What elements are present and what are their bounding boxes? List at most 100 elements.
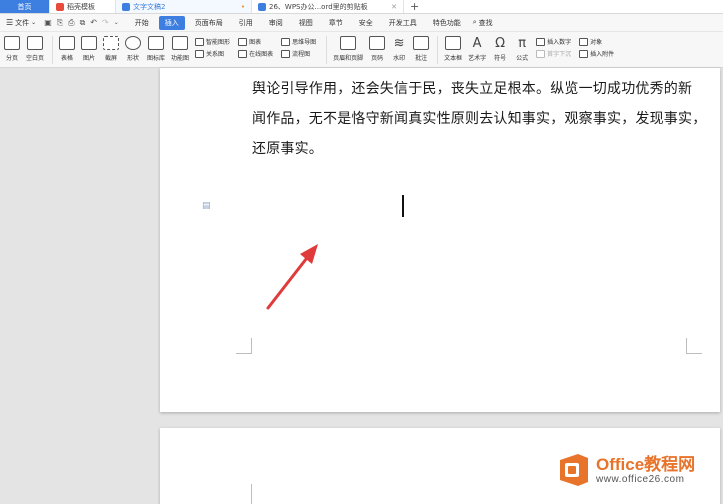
redo-icon[interactable]: ↷ xyxy=(102,18,109,27)
page-margin-marker xyxy=(236,338,252,354)
insert-ribbon: 分页 空白页 表格 图片 截屏 形状 图标库 功能图 智能图形 关系图 图表 在… xyxy=(0,32,723,68)
function-chart-label: 功能图 xyxy=(171,55,190,62)
smart-shape-button[interactable]: 智能图形 xyxy=(195,37,230,46)
flow-chart-label: 流程图 xyxy=(292,51,311,58)
close-icon[interactable]: ✕ xyxy=(391,3,397,11)
header-footer-icon xyxy=(340,36,357,50)
menu-special-features[interactable]: 特色功能 xyxy=(427,16,467,30)
menu-section[interactable]: 章节 xyxy=(323,16,349,30)
print-preview-icon[interactable]: ⧉ xyxy=(80,18,86,28)
first-letter-sink-button[interactable]: 首字下沉 xyxy=(536,49,571,58)
flow-chart-button[interactable]: 流程图 xyxy=(281,49,316,58)
header-footer-button[interactable]: 页眉和页脚 xyxy=(333,36,363,62)
watermark-icon: ≋ xyxy=(393,35,405,51)
blank-page-button[interactable]: 空白页 xyxy=(26,36,44,62)
page-number-button[interactable]: 页码 xyxy=(369,36,386,62)
symbol-button[interactable]: Ω 符号 xyxy=(492,35,508,63)
tab-home[interactable]: 首页 xyxy=(0,0,50,13)
insert-number-button[interactable]: 插入数字 xyxy=(536,37,571,46)
save-icon[interactable]: ▣ xyxy=(44,18,52,27)
paragraph-line: 还原事实。 xyxy=(252,141,323,157)
tab-docer-templates[interactable]: 稻壳模板 xyxy=(50,0,116,13)
menu-security[interactable]: 安全 xyxy=(353,16,379,30)
mind-map-button[interactable]: 思维导图 xyxy=(281,37,316,46)
paragraph-line: 舆论引导作用，还会失信于民，丧失立足根本。纵览一切成功优秀的新 xyxy=(252,81,693,97)
icon-library-icon xyxy=(148,36,165,50)
page-margin-marker xyxy=(686,338,702,354)
paragraph-handle-icon[interactable]: ▤ xyxy=(202,201,212,211)
menu-developer[interactable]: 开发工具 xyxy=(383,16,423,30)
chart-label: 图表 xyxy=(249,39,262,46)
document-workspace[interactable]: 舆论引导作用，还会失信于民，丧失立足根本。纵览一切成功优秀的新 闻作品，无不是恪… xyxy=(0,68,723,504)
new-tab-button[interactable]: + xyxy=(404,0,425,13)
file-menu[interactable]: ☰ 文件 ⌄ xyxy=(6,18,36,28)
pi-icon: π xyxy=(518,35,527,51)
export-pdf-icon[interactable]: ⎘ xyxy=(57,18,63,28)
page-break-button[interactable]: 分页 xyxy=(4,36,20,62)
chart-button[interactable]: 图表 xyxy=(238,37,273,46)
screenshot-icon xyxy=(103,36,120,50)
formula-button[interactable]: π 公式 xyxy=(514,35,530,63)
menu-page-layout[interactable]: 页面布局 xyxy=(189,16,229,30)
tab-document-2[interactable]: 文字文稿2 • xyxy=(116,0,252,13)
document-paragraph[interactable]: 舆论引导作用，还会失信于民，丧失立足根本。纵览一切成功优秀的新 闻作品，无不是恪… xyxy=(252,74,706,164)
text-box-button[interactable]: 文本框 xyxy=(444,36,462,62)
menu-view[interactable]: 视图 xyxy=(293,16,319,30)
relation-chart-label: 关系图 xyxy=(206,51,225,58)
page-number-label: 页码 xyxy=(371,55,384,62)
undo-icon[interactable]: ↶ xyxy=(90,18,97,27)
symbol-label: 符号 xyxy=(494,55,507,62)
shape-label: 形状 xyxy=(127,55,140,62)
picture-icon xyxy=(81,36,98,50)
search-icon: ⌕ xyxy=(472,18,477,26)
text-box-icon xyxy=(445,36,462,50)
search-button[interactable]: ⌕ 查找 xyxy=(473,18,493,28)
menu-references[interactable]: 引用 xyxy=(233,16,259,30)
function-chart-button[interactable]: 功能图 xyxy=(171,36,189,62)
red-arrow-annotation xyxy=(266,244,318,310)
object-group: 对象 插入附件 xyxy=(579,37,614,58)
logo-text: Office教程网 www.office26.com xyxy=(596,455,695,486)
insert-group: 插入数字 首字下沉 xyxy=(536,37,571,58)
table-icon xyxy=(59,36,76,50)
page-break-label: 分页 xyxy=(5,55,18,62)
screenshot-button[interactable]: 截屏 xyxy=(103,36,120,62)
docer-icon xyxy=(56,2,64,11)
blank-page-icon xyxy=(27,36,43,50)
object-button[interactable]: 对象 xyxy=(579,37,614,46)
icon-library-button[interactable]: 图标库 xyxy=(147,36,165,62)
screenshot-label: 截屏 xyxy=(105,55,118,62)
art-text-icon: A xyxy=(472,35,482,51)
menu-home[interactable]: 开始 xyxy=(129,16,155,30)
picture-button[interactable]: 图片 xyxy=(81,36,98,62)
ribbon-divider xyxy=(437,36,439,64)
shape-button[interactable]: 形状 xyxy=(125,36,142,62)
chart-icon xyxy=(238,37,248,46)
online-chart-button[interactable]: 在线图表 xyxy=(238,49,273,58)
customize-icon[interactable]: ⌄ xyxy=(114,19,119,26)
menu-insert[interactable]: 插入 xyxy=(158,15,185,30)
office26-watermark-logo: Office教程网 www.office26.com xyxy=(556,452,695,488)
omega-icon: Ω xyxy=(495,35,506,51)
online-chart-icon xyxy=(238,49,248,58)
object-icon xyxy=(579,37,589,46)
chart-group: 智能图形 关系图 xyxy=(195,37,230,58)
hamburger-icon: ☰ xyxy=(6,18,14,27)
logo-url: www.office26.com xyxy=(596,473,685,485)
table-button[interactable]: 表格 xyxy=(59,36,76,62)
menu-bar: ☰ 文件 ⌄ ▣ ⎘ ⎙ ⧉ ↶ ↷ ⌄ 开始 插入 页面布局 引用 审阅 视图… xyxy=(0,14,723,32)
watermark-button[interactable]: ≋ 水印 xyxy=(391,35,407,63)
tab-document-26-label: 26、WPS办公...ord里的剪贴板 xyxy=(269,2,368,11)
insert-attachment-button[interactable]: 插入附件 xyxy=(579,49,614,58)
art-text-button[interactable]: A 艺术字 xyxy=(468,35,486,63)
mind-map-icon xyxy=(281,37,291,46)
chart-group-2: 图表 在线图表 xyxy=(238,37,273,58)
document-page[interactable]: 舆论引导作用，还会失信于民，丧失立足根本。纵览一切成功优秀的新 闻作品，无不是恪… xyxy=(160,68,720,412)
relation-chart-button[interactable]: 关系图 xyxy=(195,49,230,58)
comment-button[interactable]: 批注 xyxy=(413,36,430,62)
tab-document-26[interactable]: 26、WPS办公...ord里的剪贴板 ✕ xyxy=(252,0,404,13)
chevron-down-icon: ⌄ xyxy=(31,19,37,26)
tab-docer-label: 稻壳模板 xyxy=(67,2,95,11)
print-icon[interactable]: ⎙ xyxy=(68,18,74,28)
menu-review[interactable]: 审阅 xyxy=(263,16,289,30)
